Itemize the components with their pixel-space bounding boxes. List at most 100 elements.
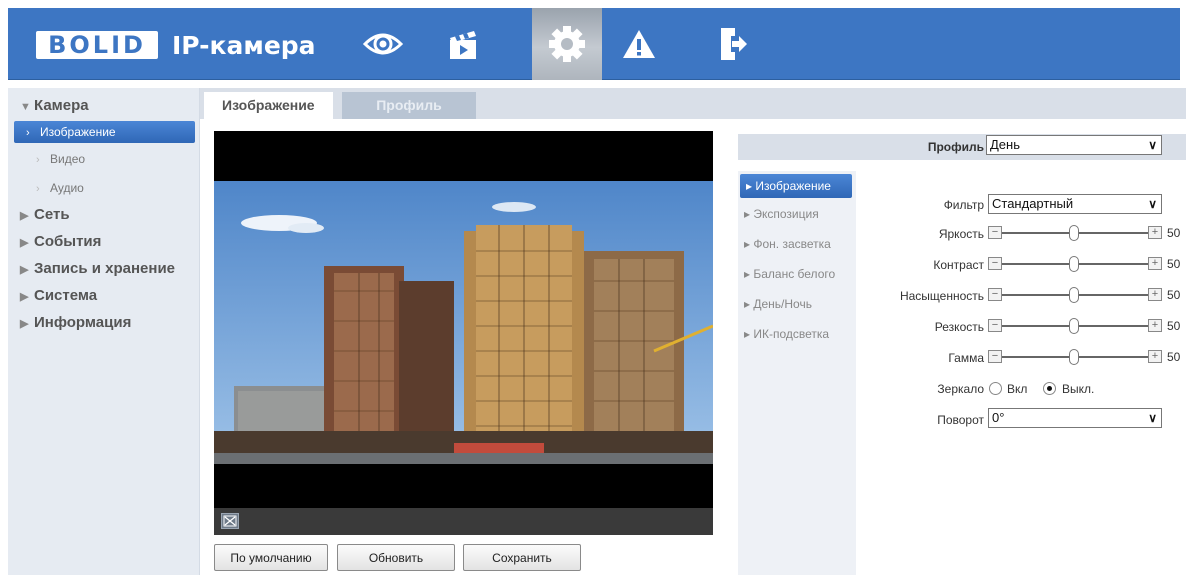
gamma-slider[interactable]: − +50 <box>988 348 1186 368</box>
subnav-label: Экспозиция <box>753 207 819 221</box>
filter-label: Фильтр <box>943 198 984 212</box>
subnav-ir-light[interactable]: ▸ ИК-подсветка <box>738 321 856 351</box>
triangle-right-icon: ▸ <box>744 327 754 341</box>
gear-icon <box>549 26 585 62</box>
tab-image[interactable]: Изображение <box>204 92 333 119</box>
mirror-label: Зеркало <box>937 382 984 396</box>
profile-label: Профиль <box>927 140 984 154</box>
plus-button[interactable]: + <box>1148 288 1162 301</box>
sidebar-group-label: Информация <box>34 314 132 331</box>
sidebar-group-camera[interactable]: ▼ Камера <box>8 92 199 119</box>
sidebar-group-label: Камера <box>34 97 89 114</box>
sharpness-label: Резкость <box>934 320 984 334</box>
subnav-day-night[interactable]: ▸ День/Ночь <box>738 291 856 321</box>
chevron-right-icon: › <box>26 127 30 139</box>
video-controls <box>214 508 713 535</box>
triangle-right-icon: ▸ <box>744 237 754 251</box>
plus-button[interactable]: + <box>1148 350 1162 363</box>
minus-button[interactable]: − <box>988 350 1002 363</box>
subnav-image[interactable]: ▸ Изображение <box>740 174 852 198</box>
slider-thumb[interactable] <box>1069 318 1079 334</box>
sidebar-group-events[interactable]: ▶ События <box>8 228 199 255</box>
minus-button[interactable]: − <box>988 319 1002 332</box>
sidebar-group-label: Система <box>34 287 98 304</box>
triangle-right-icon: ▶ <box>20 237 29 249</box>
chevron-down-icon: ∨ <box>1148 197 1157 211</box>
slider-thumb[interactable] <box>1069 256 1079 272</box>
triangle-right-icon: ▶ <box>20 318 29 330</box>
camera-image <box>214 181 713 464</box>
nav-logout[interactable] <box>698 8 768 80</box>
contrast-slider[interactable]: − +50 <box>988 255 1186 275</box>
header: BOLID IP-камера <box>0 0 1186 88</box>
rotate-select[interactable]: 0° ∨ <box>988 408 1162 428</box>
minus-button[interactable]: − <box>988 257 1002 270</box>
mirror-off-radio[interactable] <box>1043 382 1056 395</box>
filter-value: Стандартный <box>992 196 1074 211</box>
save-button[interactable]: Сохранить <box>463 544 581 571</box>
fullscreen-button[interactable] <box>221 513 239 529</box>
logo: BOLID IP-камера <box>36 30 316 60</box>
subnav-exposure[interactable]: ▸ Экспозиция <box>738 201 856 231</box>
slider-value: 50 <box>1167 226 1181 240</box>
refresh-button[interactable]: Обновить <box>337 544 455 571</box>
tab-profile[interactable]: Профиль <box>342 92 476 119</box>
rotate-label: Поворот <box>937 413 984 427</box>
sidebar-item-label: Изображение <box>40 125 116 139</box>
clapperboard-icon <box>450 31 476 59</box>
slider-value: 50 <box>1167 257 1181 271</box>
sidebar-group-system[interactable]: ▶ Система <box>8 282 199 309</box>
gamma-label: Гамма <box>948 351 984 365</box>
sidebar-group-network[interactable]: ▶ Сеть <box>8 201 199 228</box>
nav-settings[interactable] <box>532 8 602 80</box>
triangle-down-icon: ▼ <box>20 101 31 113</box>
slider-value: 50 <box>1167 350 1181 364</box>
settings-subnav: ▸ Изображение ▸ Экспозиция ▸ Фон. засвет… <box>738 171 856 575</box>
minus-button[interactable]: − <box>988 226 1002 239</box>
slider-thumb[interactable] <box>1069 287 1079 303</box>
nav-live-view[interactable] <box>348 8 418 80</box>
app-title: IP-камера <box>172 30 316 60</box>
slider-value: 50 <box>1167 288 1181 302</box>
triangle-right-icon: ▸ <box>744 267 754 281</box>
triangle-right-icon: ▸ <box>744 207 754 221</box>
mirror-on-radio[interactable] <box>989 382 1002 395</box>
profile-value: День <box>990 137 1020 152</box>
brightness-label: Яркость <box>938 227 984 241</box>
saturation-slider[interactable]: − +50 <box>988 286 1186 306</box>
subnav-backlight[interactable]: ▸ Фон. засветка <box>738 231 856 261</box>
sidebar-item-label: Видео <box>50 152 86 166</box>
image-settings-panel: Профиль День ∨ ▸ Изображение ▸ Экспозици… <box>738 131 1186 575</box>
header-bar: BOLID IP-камера <box>8 8 1180 80</box>
plus-button[interactable]: + <box>1148 319 1162 332</box>
subnav-label: День/Ночь <box>753 297 812 311</box>
default-button[interactable]: По умолчанию <box>214 544 328 571</box>
exit-icon <box>721 28 747 60</box>
warning-icon <box>623 30 655 58</box>
sharpness-slider[interactable]: − +50 <box>988 317 1186 337</box>
sidebar-item-image[interactable]: › Изображение <box>14 121 195 143</box>
slider-thumb[interactable] <box>1069 349 1079 365</box>
chevron-down-icon: ∨ <box>1148 138 1157 152</box>
slider-thumb[interactable] <box>1069 225 1079 241</box>
filter-select[interactable]: Стандартный ∨ <box>988 194 1162 214</box>
subnav-white-balance[interactable]: ▸ Баланс белого <box>738 261 856 291</box>
profile-select[interactable]: День ∨ <box>986 135 1162 155</box>
rotate-value: 0° <box>992 410 1005 425</box>
chevron-right-icon: › <box>36 154 40 166</box>
camera-scene <box>214 181 713 464</box>
nav-alarm[interactable] <box>604 8 674 80</box>
sidebar-group-info[interactable]: ▶ Информация <box>8 309 199 336</box>
triangle-right-icon: ▶ <box>20 210 29 222</box>
nav-playback[interactable] <box>428 8 498 80</box>
plus-button[interactable]: + <box>1148 257 1162 270</box>
minus-button[interactable]: − <box>988 288 1002 301</box>
slider-value: 50 <box>1167 319 1181 333</box>
sidebar-item-audio[interactable]: › Аудио <box>8 176 199 201</box>
brightness-slider[interactable]: − +50 <box>988 224 1186 244</box>
sidebar-item-video[interactable]: › Видео <box>8 147 199 172</box>
sidebar-group-label: Запись и хранение <box>34 260 176 277</box>
mirror-on-label: Вкл <box>1007 382 1028 396</box>
plus-button[interactable]: + <box>1148 226 1162 239</box>
sidebar-group-storage[interactable]: ▶ Запись и хранение <box>8 255 199 282</box>
